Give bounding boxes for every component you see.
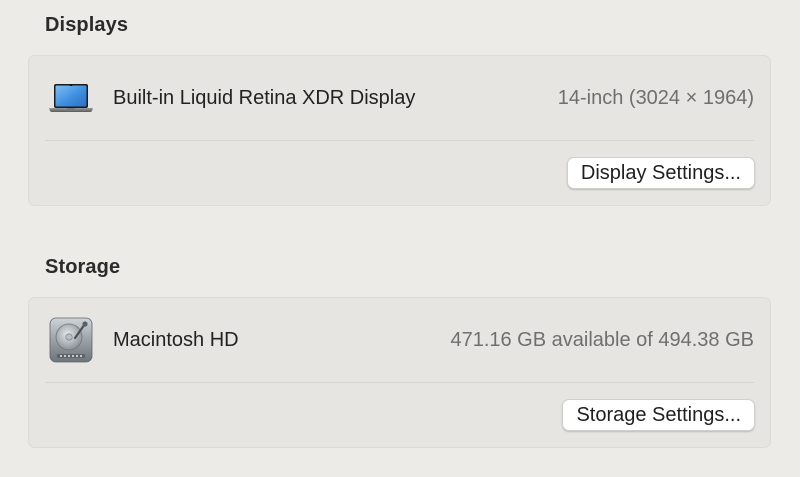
laptop-icon xyxy=(47,74,95,122)
storage-capacity: 471.16 GB available of 494.38 GB xyxy=(450,328,754,351)
storage-section-title: Storage xyxy=(45,256,121,278)
storage-settings-button[interactable]: Storage Settings... xyxy=(562,399,755,431)
displays-card: Built-in Liquid Retina XDR Display 14-in… xyxy=(28,55,771,206)
display-settings-button[interactable]: Display Settings... xyxy=(566,157,755,189)
display-name: Built-in Liquid Retina XDR Display xyxy=(113,86,416,109)
displays-section-title: Displays xyxy=(45,14,129,36)
displays-divider xyxy=(45,140,754,141)
storage-row: Macintosh HD 471.16 GB available of 494.… xyxy=(29,298,770,382)
storage-volume-name: Macintosh HD xyxy=(113,328,239,351)
hard-drive-icon xyxy=(47,316,95,364)
storage-divider xyxy=(45,382,754,383)
display-row: Built-in Liquid Retina XDR Display 14-in… xyxy=(29,56,770,140)
storage-card: Macintosh HD 471.16 GB available of 494.… xyxy=(28,297,771,448)
display-resolution: 14-inch (3024 × 1964) xyxy=(557,86,754,109)
